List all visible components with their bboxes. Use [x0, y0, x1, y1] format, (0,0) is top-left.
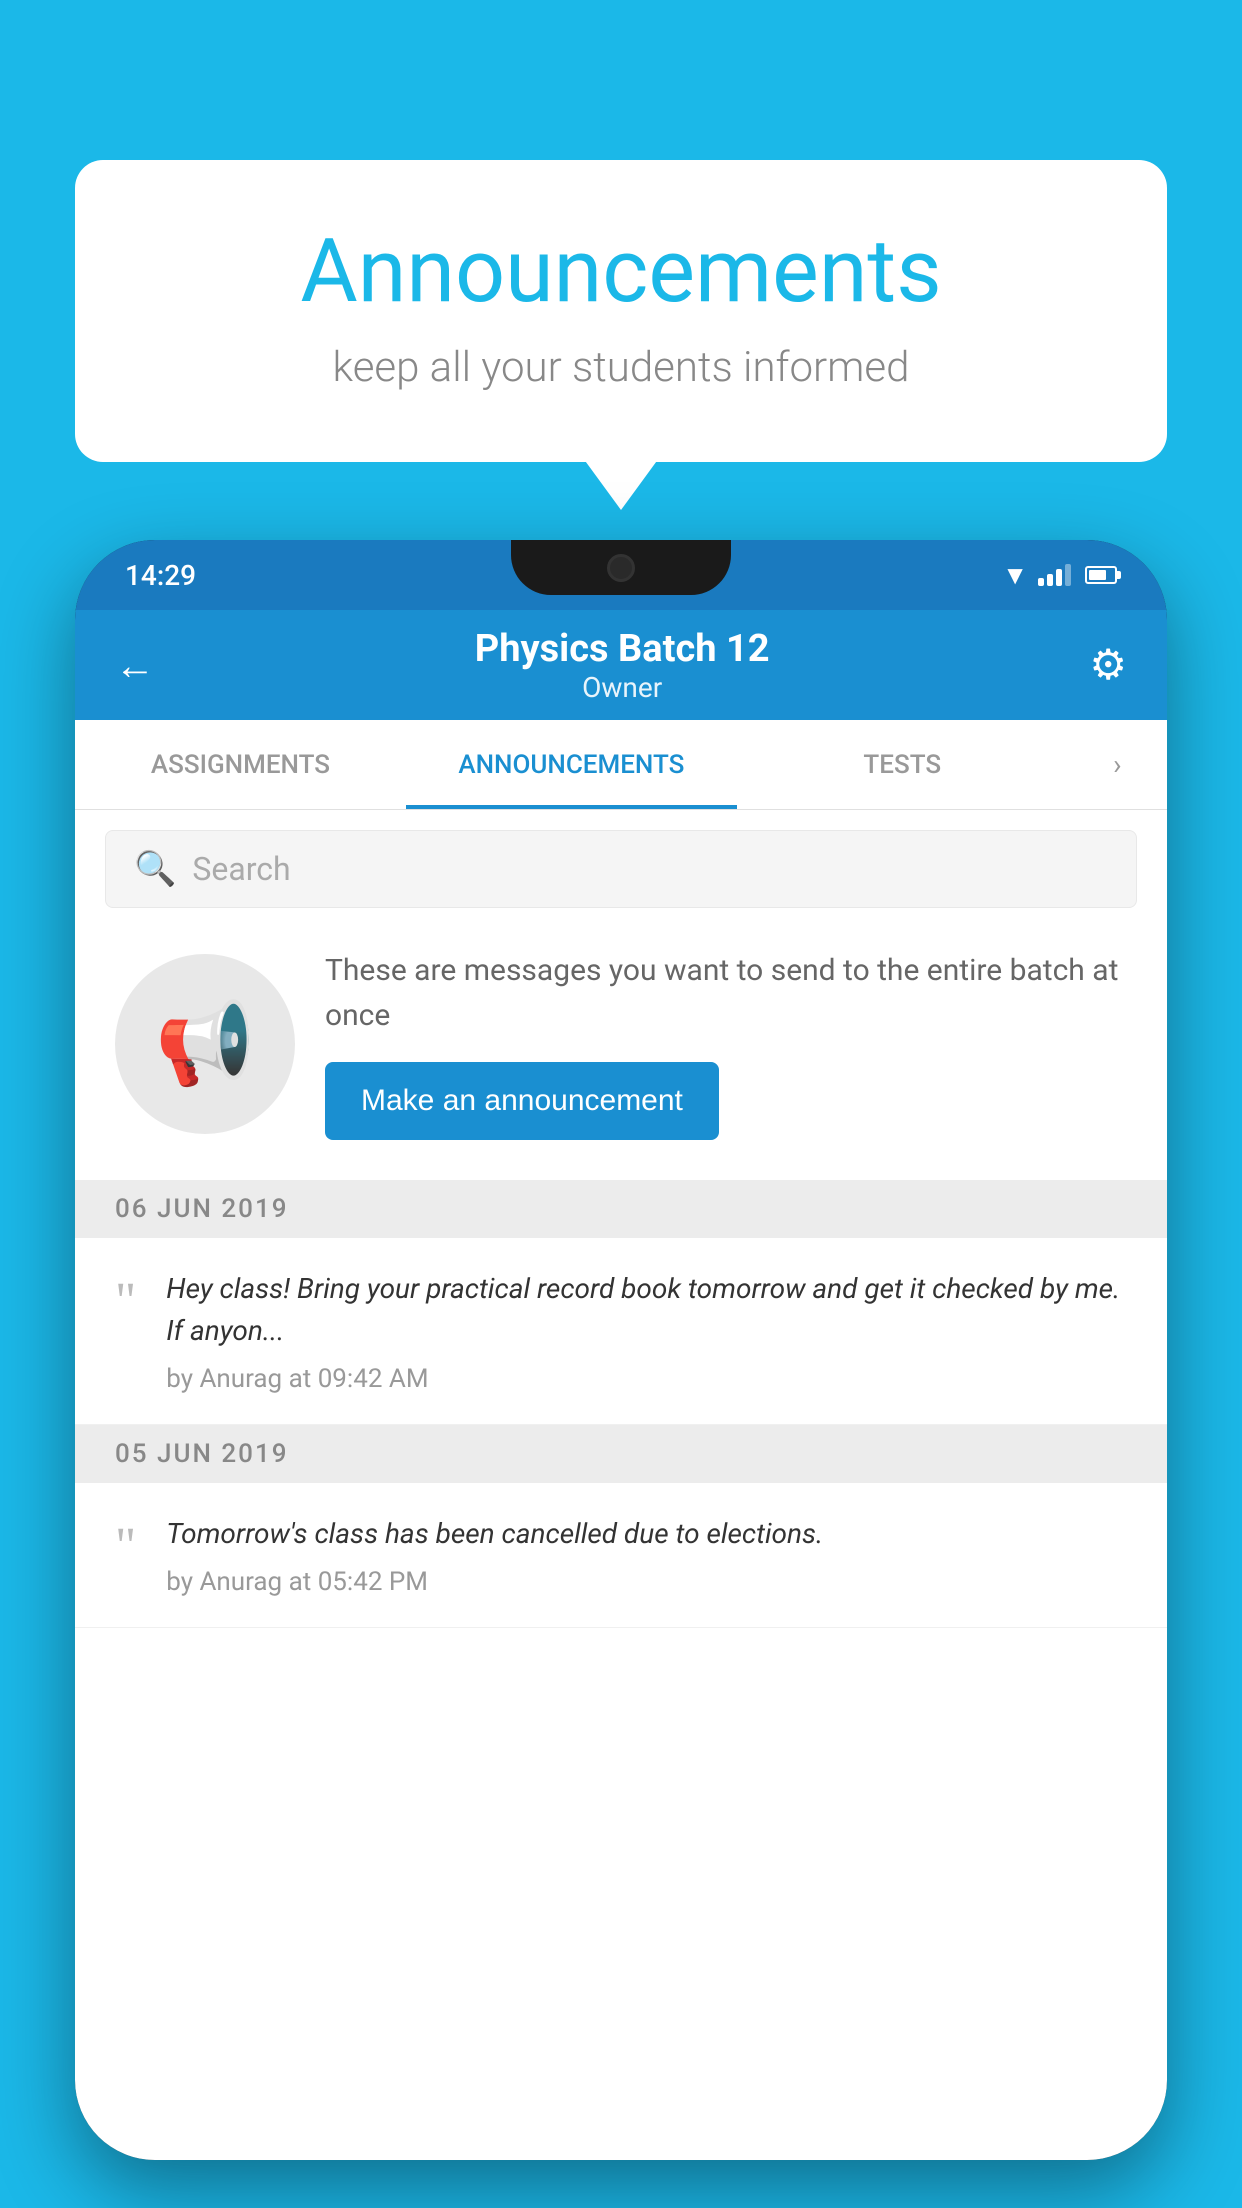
search-icon: 🔍 [134, 849, 176, 889]
quote-icon-2: " [115, 1521, 136, 1573]
speech-bubble-subtitle: keep all your students informed [155, 343, 1087, 392]
announcement-meta-1: by Anurag at 09:42 AM [166, 1364, 1127, 1394]
promo-card: 📢 These are messages you want to send to… [105, 928, 1137, 1160]
date-divider-2: 05 JUN 2019 [75, 1425, 1167, 1483]
announcement-content-1: Hey class! Bring your practical record b… [166, 1268, 1127, 1394]
announcement-text-2: Tomorrow's class has been cancelled due … [166, 1513, 1127, 1555]
phone-frame: 14:29 ▼ ← Physics Batch 12 Owner [75, 540, 1167, 2160]
search-bar[interactable]: 🔍 Search [105, 830, 1137, 908]
tab-announcements[interactable]: ANNOUNCEMENTS [406, 720, 737, 809]
phone-content: 🔍 Search 📢 These are messages you want t… [75, 810, 1167, 2160]
search-placeholder: Search [192, 850, 290, 888]
announcement-text-1: Hey class! Bring your practical record b… [166, 1268, 1127, 1352]
phone-notch [511, 540, 731, 595]
battery-fill [1089, 570, 1106, 580]
wifi-icon: ▼ [1002, 560, 1028, 591]
front-camera [607, 554, 635, 582]
tab-tests[interactable]: TESTS [737, 720, 1068, 809]
status-time: 14:29 [125, 559, 196, 592]
phone-mockup: 14:29 ▼ ← Physics Batch 12 Owner [75, 540, 1167, 2208]
app-header: ← Physics Batch 12 Owner ⚙ [75, 610, 1167, 720]
header-subtitle: Owner [155, 671, 1089, 704]
quote-icon-1: " [115, 1276, 136, 1328]
date-divider-1: 06 JUN 2019 [75, 1180, 1167, 1238]
settings-icon[interactable]: ⚙ [1089, 640, 1127, 690]
make-announcement-button[interactable]: Make an announcement [325, 1062, 719, 1140]
announcement-meta-2: by Anurag at 05:42 PM [166, 1567, 1127, 1597]
announcement-content-2: Tomorrow's class has been cancelled due … [166, 1513, 1127, 1597]
tabs-bar: ASSIGNMENTS ANNOUNCEMENTS TESTS › [75, 720, 1167, 810]
signal-bar-2 [1047, 574, 1053, 586]
battery-icon [1085, 566, 1117, 584]
announcement-item-1[interactable]: " Hey class! Bring your practical record… [75, 1238, 1167, 1425]
signal-bar-1 [1038, 578, 1044, 586]
speech-bubble-card: Announcements keep all your students inf… [75, 160, 1167, 462]
promo-right: These are messages you want to send to t… [325, 948, 1127, 1140]
promo-text: These are messages you want to send to t… [325, 948, 1127, 1038]
header-title: Physics Batch 12 [155, 627, 1089, 671]
signal-bars [1038, 564, 1071, 586]
speech-bubble-title: Announcements [155, 220, 1087, 323]
megaphone-icon: 📢 [155, 997, 255, 1091]
back-button[interactable]: ← [115, 642, 155, 689]
tab-assignments[interactable]: ASSIGNMENTS [75, 720, 406, 809]
signal-bar-3 [1056, 569, 1062, 586]
signal-bar-4 [1065, 564, 1071, 586]
tab-more[interactable]: › [1068, 720, 1167, 809]
speech-bubble-section: Announcements keep all your students inf… [75, 160, 1167, 462]
announcement-item-2[interactable]: " Tomorrow's class has been cancelled du… [75, 1483, 1167, 1628]
promo-icon-circle: 📢 [115, 954, 295, 1134]
header-center: Physics Batch 12 Owner [155, 627, 1089, 704]
status-icons: ▼ [1002, 560, 1117, 591]
